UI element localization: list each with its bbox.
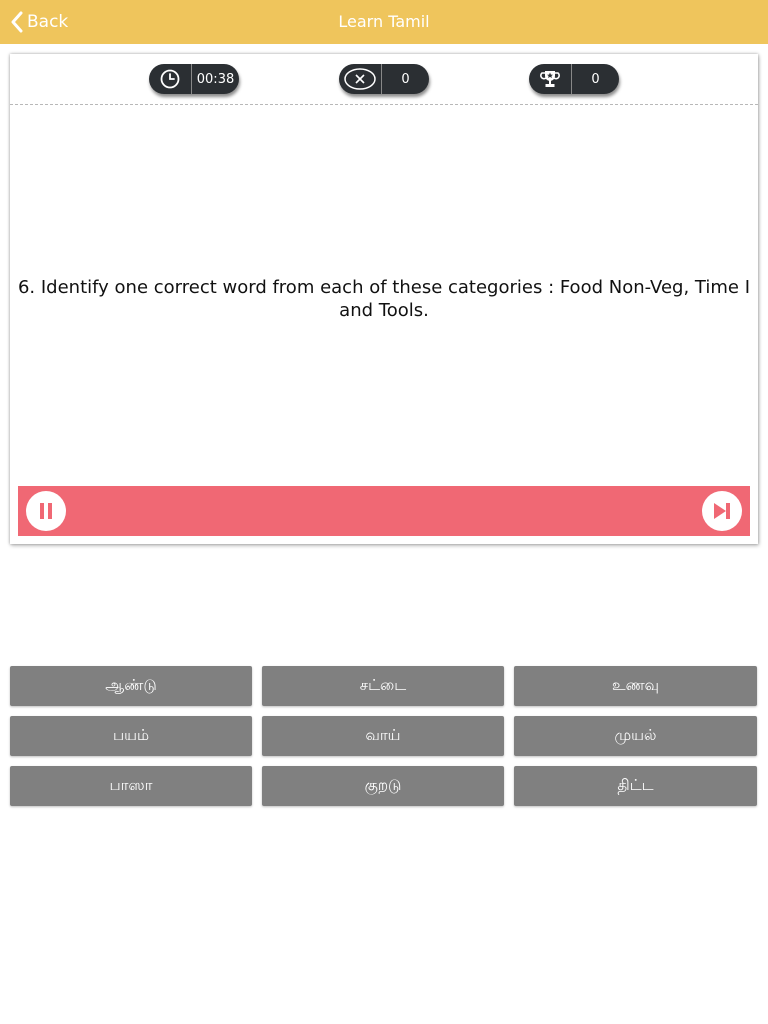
skip-next-icon bbox=[714, 503, 730, 519]
trophy-icon bbox=[529, 64, 572, 94]
answer-option[interactable]: பயம் bbox=[10, 716, 252, 756]
pause-icon bbox=[40, 503, 52, 519]
navigation-bar: Back Learn Tamil bbox=[0, 0, 768, 44]
back-button[interactable]: Back bbox=[10, 0, 68, 44]
timer-value: 00:38 bbox=[196, 71, 235, 87]
question-card: 00:38 0 0 6. Identify one correct word f… bbox=[10, 54, 758, 544]
score-pill: 0 bbox=[529, 64, 619, 94]
answer-option[interactable]: ஆண்டு bbox=[10, 666, 252, 706]
clock-icon bbox=[149, 64, 192, 94]
page-title: Learn Tamil bbox=[338, 12, 430, 31]
answer-option[interactable]: முயல் bbox=[514, 716, 757, 756]
pause-button[interactable] bbox=[26, 491, 66, 531]
timer-pill: 00:38 bbox=[149, 64, 239, 94]
stats-bar: 00:38 0 0 bbox=[10, 54, 758, 105]
close-icon bbox=[339, 64, 382, 94]
answer-option[interactable]: பாஸா bbox=[10, 766, 252, 806]
back-label: Back bbox=[27, 12, 69, 32]
answer-grid: ஆண்டு சட்டை உணவு பயம் வாய் முயல் பாஸா கு… bbox=[10, 666, 758, 806]
wrong-answers-count: 0 bbox=[401, 71, 410, 87]
chevron-left-icon bbox=[11, 11, 23, 33]
score-value: 0 bbox=[591, 71, 600, 87]
answer-option[interactable]: திட்ட bbox=[514, 766, 757, 806]
answer-option[interactable]: வாய் bbox=[262, 716, 504, 756]
skip-next-button[interactable] bbox=[702, 491, 742, 531]
answer-option[interactable]: சட்டை bbox=[262, 666, 504, 706]
control-bar bbox=[18, 486, 750, 536]
answer-option[interactable]: குறடு bbox=[262, 766, 504, 806]
wrong-answers-pill: 0 bbox=[339, 64, 429, 94]
question-text: 6. Identify one correct word from each o… bbox=[17, 277, 751, 321]
answer-option[interactable]: உணவு bbox=[514, 666, 757, 706]
